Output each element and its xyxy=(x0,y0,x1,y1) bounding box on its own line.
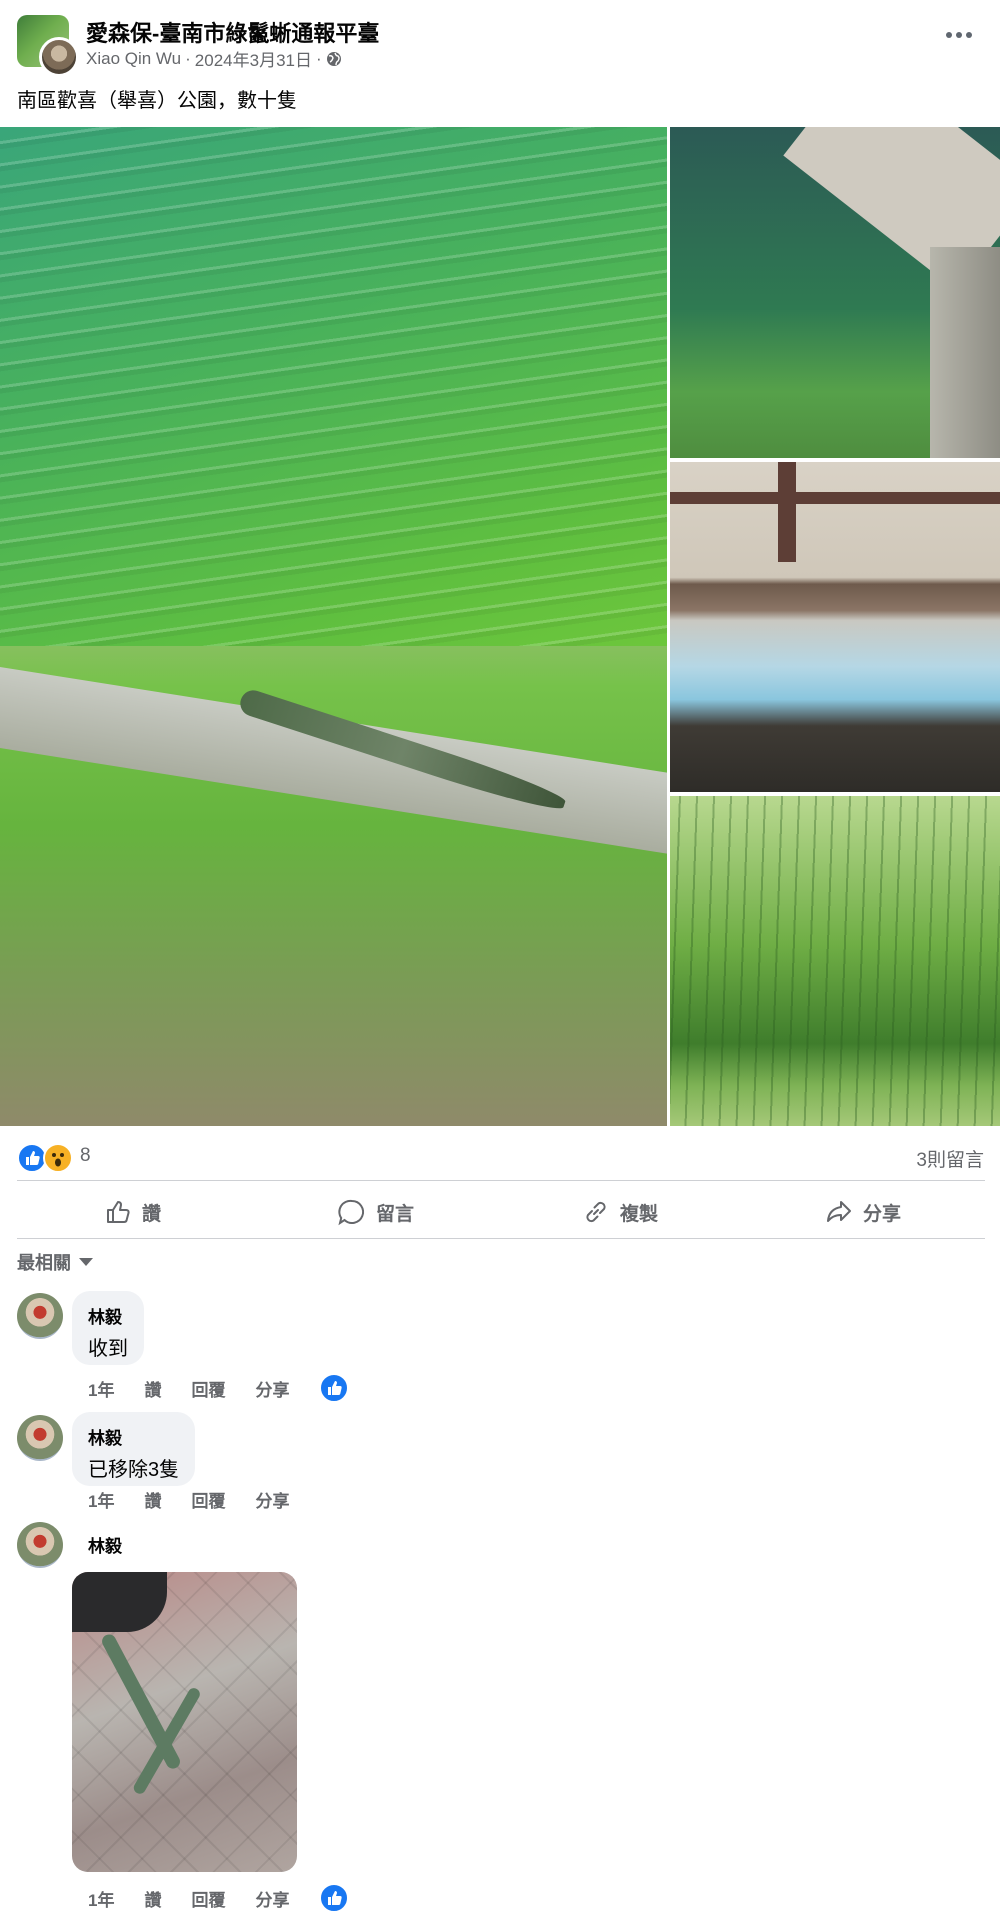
copy-link-button[interactable]: 複製 xyxy=(582,1194,658,1230)
post-photo-4[interactable] xyxy=(670,796,1000,1126)
like-label: 讚 xyxy=(142,1203,162,1225)
like-button[interactable]: 讚 xyxy=(104,1194,161,1230)
comment-actions: 1年 讚 回覆 分享 xyxy=(88,1883,350,1913)
comment-time[interactable]: 1年 xyxy=(88,1886,114,1911)
copy-label: 複製 xyxy=(620,1203,659,1225)
share-button[interactable]: 分享 xyxy=(825,1194,901,1230)
comment-count[interactable]: 3則留言 xyxy=(916,1145,984,1172)
comment-icon xyxy=(338,1199,364,1226)
divider xyxy=(17,1180,985,1181)
commenter-avatar[interactable] xyxy=(17,1293,63,1339)
commenter-name[interactable]: 林毅 xyxy=(88,1424,179,1449)
comment-photo[interactable] xyxy=(72,1572,297,1872)
comment-time[interactable]: 1年 xyxy=(88,1376,114,1401)
post-photo-2[interactable] xyxy=(670,127,1000,458)
comment-button[interactable]: 留言 xyxy=(338,1194,414,1230)
comment-text: 已移除3隻 xyxy=(88,1459,180,1481)
commenter-avatar[interactable] xyxy=(17,1522,63,1568)
author-name[interactable]: Xiao Qin Wu xyxy=(86,49,181,69)
meta-separator: · xyxy=(185,48,191,68)
reaction-count[interactable]: 8 xyxy=(80,1145,91,1167)
comment-share-button[interactable]: 分享 xyxy=(255,1487,289,1512)
comment-label: 留言 xyxy=(376,1203,415,1225)
like-icon[interactable] xyxy=(319,1883,350,1913)
comment-like-button[interactable]: 讚 xyxy=(144,1376,161,1401)
post-photo-3[interactable] xyxy=(670,462,1000,792)
like-icon[interactable] xyxy=(319,1373,350,1403)
comment-actions: 1年 讚 回覆 分享 xyxy=(88,1487,289,1512)
meta-separator: · xyxy=(315,48,322,68)
thumbs-up-icon xyxy=(107,1201,130,1223)
link-icon xyxy=(586,1201,606,1223)
commenter-avatar[interactable] xyxy=(17,1415,63,1461)
comment-bubble: 林毅 收到 xyxy=(72,1291,144,1365)
more-options-icon[interactable] xyxy=(946,30,972,40)
caret-down-icon xyxy=(79,1258,93,1266)
comment-reply-button[interactable]: 回覆 xyxy=(191,1487,225,1512)
wow-icon xyxy=(43,1143,73,1173)
share-icon xyxy=(827,1201,851,1222)
comment-time[interactable]: 1年 xyxy=(88,1487,114,1512)
globe-icon xyxy=(326,51,341,66)
commenter-name[interactable]: 林毅 xyxy=(88,1532,122,1557)
post-photo-main[interactable] xyxy=(0,127,667,1126)
author-avatar[interactable] xyxy=(39,37,79,77)
divider xyxy=(17,1238,985,1239)
group-name[interactable]: 愛森保-臺南市綠鬣蜥通報平臺 xyxy=(86,16,379,48)
comment-reply-button[interactable]: 回覆 xyxy=(191,1376,225,1401)
comment-like-button[interactable]: 讚 xyxy=(144,1886,161,1911)
comment-actions: 1年 讚 回覆 分享 xyxy=(88,1373,350,1403)
post-date[interactable]: 2024年3月31日 xyxy=(195,46,312,71)
post-text: 南區歡喜（舉喜）公園，數十隻 xyxy=(17,90,297,112)
comment-like-button[interactable]: 讚 xyxy=(144,1487,161,1512)
commenter-name[interactable]: 林毅 xyxy=(88,1303,128,1328)
comment-share-button[interactable]: 分享 xyxy=(255,1886,289,1911)
reaction-icons[interactable] xyxy=(17,1143,75,1173)
post-meta: Xiao Qin Wu · 2024年3月31日 · xyxy=(86,46,342,71)
comment-text: 收到 xyxy=(88,1338,128,1360)
comment-share-button[interactable]: 分享 xyxy=(255,1376,289,1401)
comment-sort-dropdown[interactable]: 最相關 xyxy=(17,1249,93,1275)
share-label: 分享 xyxy=(863,1203,902,1225)
comment-reply-button[interactable]: 回覆 xyxy=(191,1886,225,1911)
comment-bubble: 林毅 已移除3隻 xyxy=(72,1412,196,1486)
sort-label: 最相關 xyxy=(17,1253,71,1273)
